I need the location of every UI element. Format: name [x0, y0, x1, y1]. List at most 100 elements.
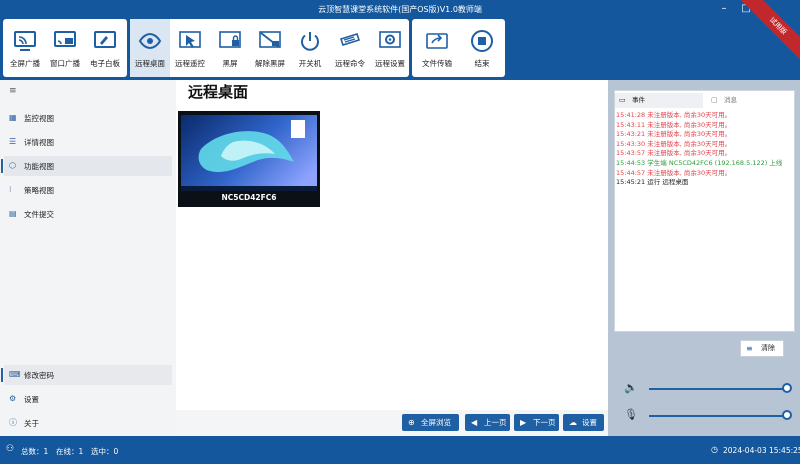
prev-page-button[interactable]: ◀ 上一页 — [465, 414, 510, 431]
fullscreen-view-button[interactable]: ⊕ 全屏浏览 — [402, 414, 459, 431]
sidebar-item-function[interactable]: ⬡ 功能视图 — [1, 156, 172, 176]
message-icon: ▢ — [711, 96, 718, 104]
tool-remote-desktop[interactable]: 远程桌面 — [130, 19, 170, 77]
tool-remote-control[interactable]: 远程遥控 — [170, 19, 210, 77]
menu-toggle-icon[interactable]: ≡ — [9, 86, 18, 96]
microphone-slider-handle[interactable] — [782, 410, 792, 420]
main-bottom-bar: ⊕ 全屏浏览 ◀ 上一页 ▶ 下一页 ☁ 设置 — [176, 410, 608, 436]
cursor-icon — [179, 31, 201, 48]
unlock-screen-icon — [259, 31, 281, 48]
toolbar-group-misc: 文件传输 结束 — [412, 19, 505, 77]
desktop-wallpaper — [181, 120, 317, 191]
fullscreen-broadcast-icon — [14, 31, 36, 51]
volume-control: 🔈 — [622, 381, 794, 397]
lock-icon — [219, 31, 241, 48]
log-line: 15:43:30 未注册版本, 尚余30天可用。 — [616, 139, 732, 148]
sidebar-item-change-password[interactable]: ⌨ 修改密码 — [1, 365, 172, 385]
device-thumbnail[interactable]: NC5CD42FC6 — [178, 111, 320, 207]
fullscreen-icon: ⊕ — [408, 418, 415, 427]
button-label: 上一页 — [484, 418, 507, 427]
prev-icon: ◀ — [471, 418, 478, 427]
window-title: 云顶智慧课堂系统软件(国产OS版)V1.0教师端 — [318, 5, 482, 14]
microphone-icon[interactable]: 🎙 — [624, 408, 638, 421]
tool-black-screen[interactable]: 黑屏 — [210, 19, 250, 77]
tool-window-broadcast[interactable]: 窗口广播 — [45, 19, 85, 77]
tool-fullscreen-broadcast[interactable]: 全屏广播 — [5, 19, 45, 77]
tool-remote-command[interactable]: 远程命令 — [330, 19, 370, 77]
online-count: 在线：1 — [56, 447, 84, 456]
log-line: 15:45:21 运行 远程桌面 — [616, 178, 689, 187]
toolbar-group-control: 远程桌面 远程遥控 黑屏 解除黑屏 开关机 远程命令 远程设置 — [130, 19, 409, 77]
datetime: 2024-04-03 15:45:25 — [723, 446, 800, 455]
sidebar-item-label: 策略视图 — [24, 186, 54, 195]
total-count: 总数：1 — [21, 447, 49, 456]
file-icon: ▤ — [9, 209, 17, 218]
next-icon: ▶ — [520, 418, 527, 427]
sidebar: ≡ ▦ 监控视图 ☰ 详情视图 ⬡ 功能视图 ⁝ 策略视图 ▤ 文件提交 ⌨ 修… — [0, 80, 176, 436]
selected-count: 选中：0 — [91, 447, 119, 456]
button-label: 设置 — [582, 418, 597, 427]
cube-icon: ⬡ — [9, 161, 16, 170]
volume-slider-handle[interactable] — [782, 383, 792, 393]
power-icon — [301, 32, 319, 51]
window-broadcast-icon — [54, 31, 76, 47]
event-log: 15:41:28 未注册版本, 尚余30天可用。 15:43:11 未注册版本, … — [616, 111, 792, 188]
sidebar-item-details[interactable]: ☰ 详情视图 — [4, 132, 172, 152]
eye-icon — [138, 32, 162, 50]
clear-list-icon: ≡ — [746, 344, 753, 353]
stop-icon — [471, 30, 493, 52]
sidebar-item-label: 修改密码 — [24, 371, 54, 380]
toolbar: 全屏广播 窗口广播 电子白板 远程桌面 远程遥控 黑屏 解除黑屏 开关机 远程命… — [0, 18, 800, 80]
speaker-icon[interactable]: 🔈 — [624, 381, 638, 394]
main-panel: 远程桌面 NC5CD42FC6 ⊕ 全屏浏览 ◀ 上一页 ▶ 下一页 ☁ 设置 — [176, 80, 608, 436]
tool-remote-settings[interactable]: 远程设置 — [370, 19, 410, 77]
sidebar-item-label: 详情视图 — [24, 138, 54, 147]
button-label: 下一页 — [533, 418, 556, 427]
clock-icon: ◷ — [711, 445, 718, 454]
page-title: 远程桌面 — [188, 83, 249, 101]
sidebar-item-label: 功能视图 — [24, 162, 54, 171]
next-page-button[interactable]: ▶ 下一页 — [514, 414, 559, 431]
strategy-icon: ⁝ — [9, 185, 12, 194]
keyboard-icon: ⌨ — [9, 370, 21, 379]
tab-events[interactable]: ▭ 事件 — [615, 93, 703, 108]
log-line: 15:44:53 学生端 NC5CD42FC6 (192.168.5.122) … — [616, 158, 783, 167]
tool-label: 电子白板 — [90, 59, 120, 68]
info-icon: ⓘ — [9, 418, 17, 427]
button-label: 全屏浏览 — [421, 418, 451, 427]
title-bar: 云顶智慧课堂系统软件(国产OS版)V1.0教师端 – □ — [0, 0, 800, 18]
microphone-slider[interactable] — [649, 415, 787, 417]
command-icon — [339, 33, 361, 46]
tool-file-transfer[interactable]: 文件传输 — [417, 19, 457, 77]
right-panel: ▭ 事件 ▢ 消息 15:41:28 未注册版本, 尚余30天可用。 15:43:… — [608, 80, 800, 436]
trial-ribbon-label: 试用版 — [729, 0, 800, 60]
clear-log-button[interactable]: ≡ 清除 — [740, 340, 784, 357]
view-settings-button[interactable]: ☁ 设置 — [563, 414, 604, 431]
log-line: 15:43:21 未注册版本, 尚余30天可用。 — [616, 130, 732, 139]
log-line: 15:44:57 未注册版本, 尚余30天可用。 — [616, 168, 732, 177]
gear-icon: ⚙ — [9, 394, 17, 403]
status-bar: ⚇ 总数：1 在线：1 选中：0 ◷ 2024-04-03 15:45:25 — [0, 436, 800, 464]
sidebar-item-label: 设置 — [24, 395, 39, 404]
tool-power[interactable]: 开关机 — [290, 19, 330, 77]
log-line: 15:43:11 未注册版本, 尚余30天可用。 — [616, 120, 732, 129]
sidebar-item-strategy[interactable]: ⁝ 策略视图 — [4, 180, 172, 200]
sidebar-item-file-submit[interactable]: ▤ 文件提交 — [4, 204, 172, 224]
settings-cloud-icon: ☁ — [569, 418, 577, 427]
microphone-control: 🎙 — [622, 408, 794, 424]
sidebar-item-settings[interactable]: ⚙ 设置 — [4, 389, 172, 409]
sidebar-item-about[interactable]: ⓘ 关于 — [4, 413, 172, 433]
tool-whiteboard[interactable]: 电子白板 — [85, 19, 125, 77]
tool-unlock-screen[interactable]: 解除黑屏 — [250, 19, 290, 77]
tool-stop[interactable]: 结束 — [462, 19, 502, 77]
tab-messages[interactable]: ▢ 消息 — [707, 93, 791, 108]
remote-screen-preview — [181, 115, 317, 191]
sidebar-item-monitor[interactable]: ▦ 监控视图 — [4, 108, 172, 128]
settings-icon — [379, 31, 401, 48]
tool-label: 文件传输 — [422, 59, 452, 68]
volume-slider[interactable] — [649, 388, 787, 390]
log-panel: ▭ 事件 ▢ 消息 15:41:28 未注册版本, 尚余30天可用。 15:43:… — [614, 90, 795, 332]
trial-ribbon: 试用版 — [710, 0, 800, 60]
toolbar-group-broadcast: 全屏广播 窗口广播 电子白板 — [3, 19, 127, 77]
grid-icon: ▦ — [9, 113, 17, 122]
